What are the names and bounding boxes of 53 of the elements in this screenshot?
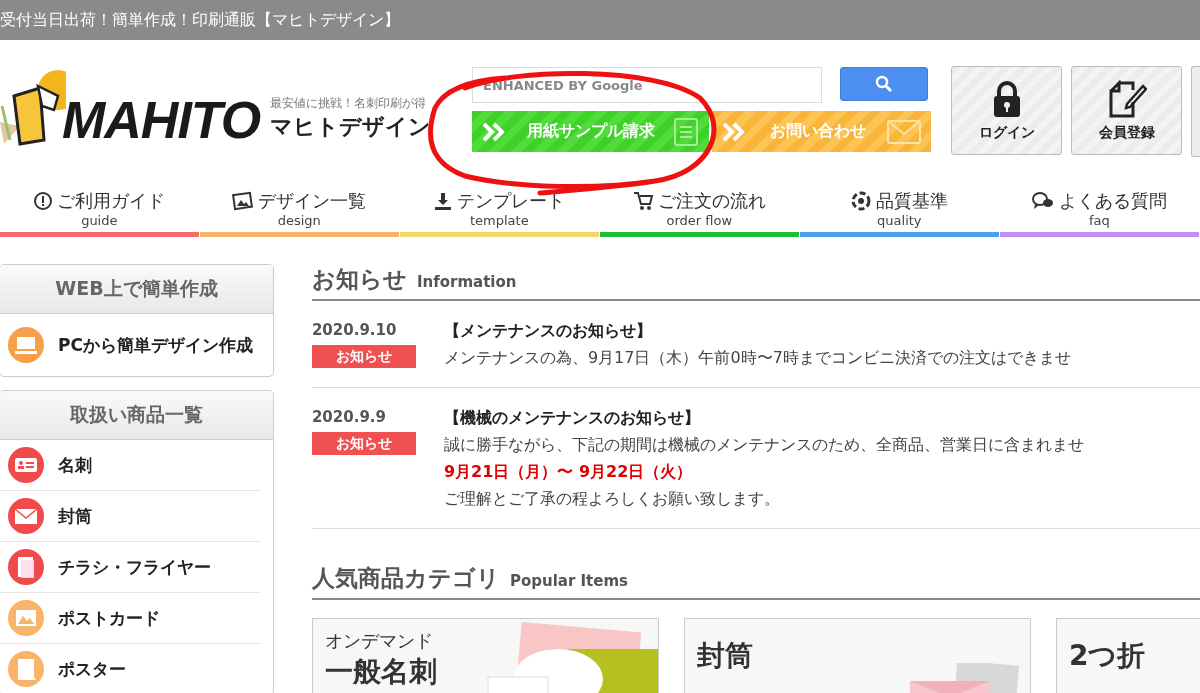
nav-tab[interactable]: ご利用ガイド guide: [0, 170, 199, 237]
chat-icon: [1031, 191, 1056, 211]
news-tag: お知らせ: [311, 345, 416, 368]
section-title: お知らせ: [311, 265, 407, 294]
sidebar-item[interactable]: PCから簡単デザイン作成: [0, 314, 261, 376]
tagline: 最安値に挑戦！名刺印刷が得: [270, 95, 428, 112]
envelope-icon: [887, 119, 921, 144]
nav-tab[interactable]: テンプレート template: [400, 170, 599, 237]
news-tag: お知らせ: [311, 432, 416, 455]
section-subtitle: Information: [416, 273, 517, 291]
sidebar-item[interactable]: 封筒: [0, 491, 261, 542]
search-icon: [875, 75, 893, 93]
aperture-icon: [850, 190, 873, 212]
card-title: 2つ折: [1068, 638, 1146, 674]
date-range-text: 9月21日（月）〜 9月22日（火）: [443, 462, 694, 483]
card-title: 一般名刺: [324, 654, 437, 690]
card-title: 封筒: [696, 638, 753, 674]
news-date: 2020.9.10: [311, 321, 398, 339]
sidebar-item[interactable]: 名刺: [0, 440, 261, 491]
sidebar-heading: WEB上で簡単作成: [0, 265, 273, 314]
cart-icon: [632, 190, 655, 212]
document-icon: [673, 116, 699, 147]
download-icon: [433, 191, 454, 211]
news-text: 誠に勝手ながら、下記の期間は機械のメンテナンスのため、全商品、営業日に含まれませ: [443, 435, 1084, 456]
product-card[interactable]: 封筒: [683, 618, 1031, 693]
register-button[interactable]: 会員登録: [1071, 66, 1182, 155]
product-card[interactable]: オンデマンド 一般名刺: [311, 618, 659, 693]
section-title: 人気商品カテゴリ: [311, 564, 500, 593]
image-icon: [232, 191, 255, 211]
sidebar-heading: 取扱い商品一覧: [0, 391, 273, 440]
nav-tab[interactable]: よくある質問 faq: [1000, 170, 1199, 237]
login-button[interactable]: ログイン: [951, 66, 1062, 155]
search-button[interactable]: [840, 67, 928, 101]
sidebar-item[interactable]: ポスター: [0, 644, 261, 693]
sidebar-item[interactable]: チラシ・フライヤー: [0, 542, 261, 593]
news-date: 2020.9.9: [311, 408, 387, 426]
info-icon: [33, 191, 54, 211]
sidebar-item[interactable]: ポストカード: [0, 593, 261, 644]
search-field[interactable]: ENHANCED BY Google: [472, 67, 822, 103]
nav-tab[interactable]: ご注文の流れ order flow: [600, 170, 799, 237]
news-headline[interactable]: 【メンテナンスのお知らせ】: [443, 321, 1071, 342]
lock-icon: [991, 79, 1022, 118]
news-headline[interactable]: 【機械のメンテナンスのお知らせ】: [443, 408, 1084, 429]
window-title: 受付当日出荷！簡単作成！印刷通販【マヒトデザイン】: [0, 9, 401, 31]
logo-text: MAHITO: [62, 94, 261, 146]
nav-tab[interactable]: デザイン一覧 design: [200, 170, 399, 237]
nav-tab[interactable]: 品質基準 quality: [800, 170, 999, 237]
section-subtitle: Popular Items: [509, 572, 629, 590]
product-card[interactable]: 2つ折: [1055, 618, 1200, 693]
news-text: ご理解とご了承の程よろしくお願い致します。: [443, 489, 781, 510]
news-text: メンテナンスの為、9月17日（木）午前0時〜7時までコンビニ決済での注文はできませ: [443, 348, 1071, 369]
card-subtitle: オンデマンド: [324, 629, 434, 653]
brand-name: マヒトデザイン: [270, 113, 432, 141]
